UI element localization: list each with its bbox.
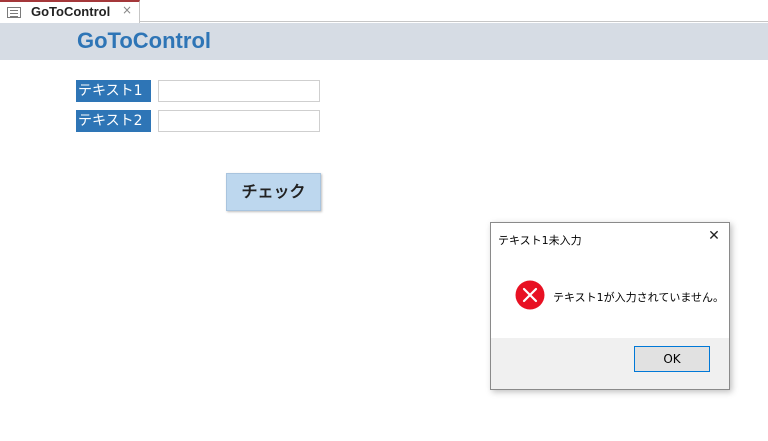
tab-close-icon[interactable]: × — [122, 3, 132, 17]
document-tab-strip: GoToControl × — [0, 0, 768, 23]
dialog-message: テキスト1が入力されていません。 — [553, 291, 725, 304]
label-text1: テキスト1 — [76, 80, 151, 102]
form-icon — [7, 7, 21, 18]
form-title: GoToControl — [77, 28, 211, 53]
text2-input[interactable] — [158, 110, 320, 132]
check-button[interactable]: チェック — [226, 173, 321, 211]
error-icon — [515, 280, 545, 310]
text1-input[interactable] — [158, 80, 320, 102]
tab-title: GoToControl — [31, 4, 111, 19]
message-dialog: テキスト1未入力 ✕ テキスト1が入力されていません。 OK — [490, 222, 730, 390]
dialog-body: テキスト1が入力されていません。 — [491, 255, 729, 338]
ok-button[interactable]: OK — [634, 346, 710, 372]
label-text2: テキスト2 — [76, 110, 151, 132]
tab-gotocontrol[interactable]: GoToControl × — [0, 0, 140, 23]
dialog-close-icon[interactable]: ✕ — [705, 227, 723, 245]
form-header: GoToControl — [0, 23, 768, 60]
dialog-title: テキスト1未入力 — [498, 234, 582, 247]
dialog-footer: OK — [491, 338, 729, 389]
